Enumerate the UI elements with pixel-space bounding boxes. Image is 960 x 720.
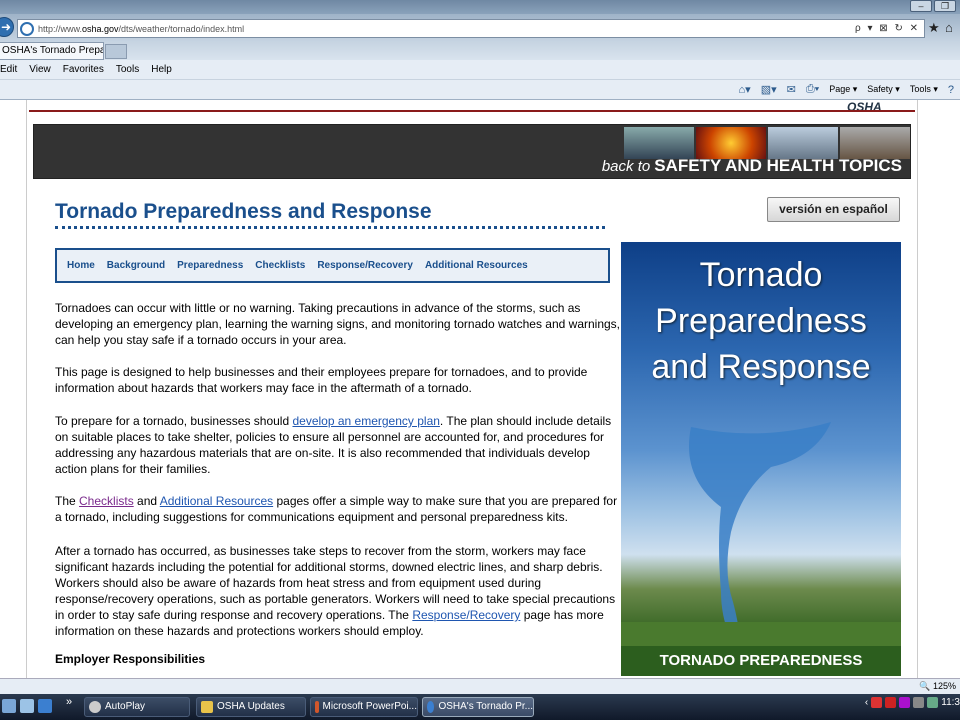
safety-topics-banner[interactable]: back to SAFETY AND HEALTH TOPICS [33, 124, 911, 179]
workers-photo [624, 127, 694, 159]
poster-footer: TORNADO PREPAREDNESS [621, 646, 901, 676]
tray-security-icon[interactable] [885, 697, 897, 708]
tab-osha-tornado[interactable]: OSHA's Tornado Preparedn... [0, 42, 104, 60]
back-button[interactable]: ➜ [0, 17, 14, 37]
window-title-bar: – ❐ [0, 0, 960, 14]
tornado-poster-image[interactable]: Tornado Preparedness and Response TORNAD… [621, 242, 901, 676]
subnav-home[interactable]: Home [67, 260, 95, 271]
tools-menu[interactable]: Tools ▾ [910, 84, 938, 95]
mail-icon[interactable]: ✉ [787, 83, 796, 96]
feeds-icon[interactable]: ▧▾ [761, 83, 777, 96]
quick-launch [2, 699, 52, 713]
restore-button[interactable]: ❐ [934, 0, 956, 12]
taskbar-powerpoint[interactable]: Microsoft PowerPoi... [310, 697, 418, 717]
tornado-subnav: Home Background Preparedness Checklists … [55, 248, 610, 283]
additional-resources-link[interactable]: Additional Resources [160, 494, 273, 508]
favorites-star-icon[interactable]: ★ [928, 20, 940, 36]
ie-quicklaunch-icon[interactable] [38, 699, 52, 713]
banner-photos [624, 127, 910, 159]
home-icon[interactable]: ⌂ [945, 20, 953, 35]
spanish-version-button[interactable]: versión en español [767, 197, 900, 222]
tray-expand-icon[interactable]: ‹ [865, 697, 868, 708]
address-row: ➜ http://www.osha.gov/dts/weather/tornad… [0, 14, 960, 42]
address-bar[interactable]: http://www.osha.gov/dts/weather/tornado/… [17, 19, 925, 38]
menu-favorites[interactable]: Favorites [57, 64, 110, 75]
subnav-preparedness[interactable]: Preparedness [177, 260, 243, 271]
banner-text: back to SAFETY AND HEALTH TOPICS [601, 156, 902, 175]
switch-windows-icon[interactable] [20, 699, 34, 713]
zoom-level[interactable]: 🔍 125% [919, 681, 956, 692]
window-controls: – ❐ [910, 0, 956, 12]
building-photo [840, 127, 910, 159]
subnav-checklists[interactable]: Checklists [255, 260, 305, 271]
page-menu[interactable]: Page ▾ [829, 84, 857, 95]
command-bar: ⌂▾ ▧▾ ✉ ⎙▾ Page ▾ Safety ▾ Tools ▾ ? [0, 80, 960, 100]
subnav-response-recovery[interactable]: Response/Recovery [317, 260, 413, 271]
tray-volume-icon[interactable] [927, 697, 939, 708]
purpose-paragraph: This page is designed to help businesses… [55, 365, 588, 395]
response-recovery-link[interactable]: Response/Recovery [412, 608, 520, 622]
recovery-paragraph: After a tornado has occurred, as busines… [55, 544, 616, 638]
tray-app-icon[interactable] [871, 697, 883, 708]
new-tab-button[interactable] [105, 44, 127, 59]
menu-help[interactable]: Help [145, 64, 178, 75]
folder-icon [201, 701, 213, 713]
show-desktop-icon[interactable] [2, 699, 16, 713]
windows-taskbar: » AutoPlay OSHA Updates Microsoft PowerP… [0, 694, 960, 720]
taskbar-ie-tornado[interactable]: OSHA's Tornado Pr... [422, 697, 534, 717]
ie-icon [427, 701, 435, 713]
lab-photo [768, 127, 838, 159]
print-icon[interactable]: ⎙▾ [806, 83, 819, 96]
header-rule [29, 110, 915, 112]
employer-responsibilities-heading: Employer Responsibilities [55, 652, 206, 666]
tab-row: OSHA's Tornado Preparedn... [0, 42, 960, 60]
address-url[interactable]: http://www.osha.gov/dts/weather/tornado/… [38, 24, 855, 34]
page-title: Tornado Preparedness and Response [55, 200, 432, 223]
safety-menu[interactable]: Safety ▾ [867, 84, 900, 95]
ie-page-icon [20, 21, 34, 36]
minimize-button[interactable]: – [910, 0, 932, 12]
page-viewport: OSHA back to SAFETY AND HEALTH TOPICS Tor… [0, 100, 960, 696]
intro-paragraph: Tornadoes can occur with little or no wa… [55, 301, 621, 347]
subnav-background[interactable]: Background [107, 260, 165, 271]
clock[interactable]: 11:3 [941, 697, 960, 708]
status-bar: 🔍 125% [0, 678, 960, 694]
home-command-icon[interactable]: ⌂▾ [739, 83, 751, 96]
subnav-additional-resources[interactable]: Additional Resources [425, 260, 528, 271]
autoplay-icon [89, 701, 101, 713]
osha-page: OSHA back to SAFETY AND HEALTH TOPICS Tor… [26, 100, 918, 696]
tray-mail-icon[interactable] [899, 697, 911, 708]
taskbar-osha-updates[interactable]: OSHA Updates [196, 697, 306, 717]
help-icon[interactable]: ? [948, 84, 954, 96]
powerpoint-icon [315, 701, 319, 713]
tray-network-icon[interactable] [913, 697, 925, 708]
fire-photo [696, 127, 766, 159]
menu-bar: Edit View Favorites Tools Help [0, 60, 960, 80]
menu-edit[interactable]: Edit [0, 64, 23, 75]
poster-title: Tornado Preparedness and Response [651, 256, 871, 386]
prepare-paragraph: To prepare for a tornado, businesses sho… [55, 414, 612, 476]
quick-launch-chevron[interactable]: » [66, 696, 72, 708]
checklists-paragraph: The Checklists and Additional Resources … [55, 494, 618, 524]
title-dotted-rule [55, 226, 605, 229]
checklists-link[interactable]: Checklists [79, 494, 134, 508]
menu-tools[interactable]: Tools [110, 64, 145, 75]
emergency-plan-link[interactable]: develop an emergency plan [292, 414, 439, 428]
system-tray: ‹ 11:3 [865, 697, 960, 708]
menu-view[interactable]: View [23, 64, 57, 75]
taskbar-autoplay[interactable]: AutoPlay [84, 697, 190, 717]
address-tools[interactable]: ρ ▾ ⊠ ↻ ✕ [855, 23, 924, 34]
